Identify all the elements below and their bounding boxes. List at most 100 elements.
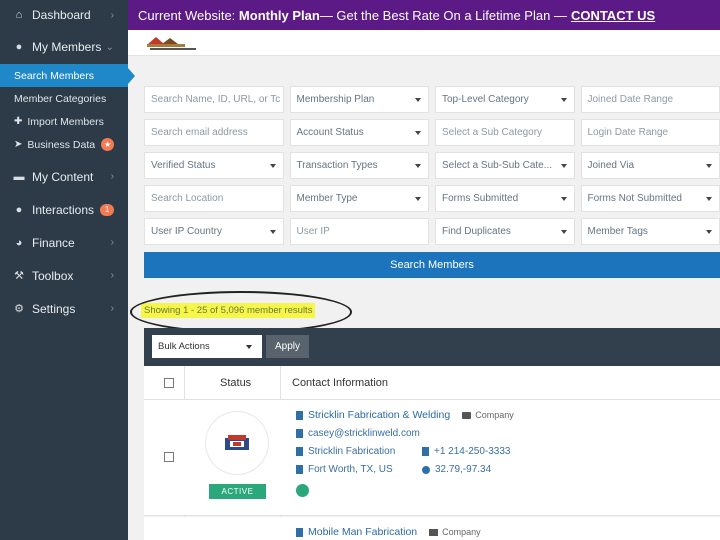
member-name: Stricklin Fabrication & Welding: [308, 409, 451, 421]
member-avatar[interactable]: [206, 412, 268, 474]
sidebar-item-toolbox[interactable]: ⚒ Toolbox ›: [0, 259, 128, 292]
search-location-input[interactable]: Search Location: [144, 185, 284, 212]
sidebar-subitem-business-data[interactable]: ➤ Business Data ★: [0, 133, 128, 156]
sidebar-item-label: Settings: [32, 301, 76, 316]
field-placeholder: Search Location: [151, 193, 224, 204]
member-location: Fort Worth, TX, US: [296, 464, 393, 475]
member-name-link[interactable]: Stricklin Fabrication & Welding Company: [296, 409, 514, 421]
sidebar-subitem-member-categories[interactable]: Member Categories: [0, 87, 128, 110]
sidebar-item-finance[interactable]: ◕ Finance ›: [0, 226, 128, 259]
account-status-select[interactable]: Account Status: [289, 119, 429, 146]
member-geo[interactable]: 32.79,-97.34: [422, 464, 491, 475]
caret-down-icon: [560, 164, 567, 168]
sub-sub-category-select[interactable]: Select a Sub-Sub Cate...: [435, 152, 575, 179]
field-placeholder: Search Name, ID, URL, or Tc: [151, 94, 281, 105]
field-label: Forms Not Submitted: [587, 193, 682, 204]
row-checkbox[interactable]: [164, 452, 174, 462]
member-logo: [225, 435, 249, 450]
bulk-actions-select[interactable]: Bulk Actions: [152, 335, 262, 358]
file-icon: [296, 465, 303, 474]
bulk-actions-bar: Bulk Actions Apply: [144, 328, 720, 366]
user-ip-input[interactable]: User IP: [289, 218, 429, 245]
member-company: Stricklin Fabrication: [296, 446, 395, 457]
member-phone[interactable]: +1 214-250-3333: [422, 446, 510, 457]
caret-down-icon: [560, 98, 567, 102]
folder-icon: ▬: [13, 170, 25, 183]
member-name: Mobile Man Fabrication: [308, 526, 418, 538]
field-label: Membership Plan: [296, 94, 375, 105]
member-tags-select[interactable]: Member Tags: [580, 218, 720, 245]
member-name-link[interactable]: Mobile Man Fabrication Company: [296, 526, 481, 538]
sidebar-item-label: Toolbox: [32, 268, 74, 283]
star-badge: ★: [101, 138, 115, 151]
member-company-text: Stricklin Fabrication: [308, 446, 396, 457]
sidebar-item-interactions[interactable]: ● Interactions 1: [0, 193, 128, 226]
sidebar-item-dashboard[interactable]: ⌂ Dashboard ›: [0, 0, 128, 30]
sidebar-subitem-search-members[interactable]: Search Members: [0, 64, 135, 87]
field-label: Member Tags: [587, 226, 648, 237]
apply-button[interactable]: Apply: [266, 335, 309, 358]
banner-label: Current Website:: [138, 7, 236, 23]
caret-down-icon: [269, 230, 276, 234]
login-date-range-input[interactable]: Login Date Range: [580, 119, 720, 146]
chevron-right-icon: ›: [110, 171, 114, 182]
caret-down-icon: [415, 131, 421, 135]
field-placeholder: Joined Date Range: [587, 94, 674, 105]
field-label: Forms Submitted: [442, 193, 519, 204]
file-icon: [296, 447, 303, 456]
member-type-select[interactable]: Member Type: [289, 185, 429, 212]
field-placeholder: User IP: [296, 226, 330, 237]
field-label: Joined Via: [587, 160, 635, 171]
joined-via-select[interactable]: Joined Via: [580, 152, 720, 179]
table-header: Status Contact Information: [144, 366, 720, 400]
field-label: Select a Sub-Sub Cate...: [442, 160, 553, 171]
briefcase-icon: [429, 528, 439, 536]
caret-down-icon: [415, 98, 421, 102]
user-ip-country-select[interactable]: User IP Country: [144, 218, 284, 245]
member-email-text: casey@stricklinweld.com: [308, 428, 420, 439]
sidebar-item-my-content[interactable]: ▬ My Content ›: [0, 160, 128, 193]
users-icon: ●: [15, 41, 23, 53]
bulk-actions-label: Bulk Actions: [158, 341, 210, 352]
site-logo[interactable]: [142, 34, 204, 52]
member-type: Company: [462, 410, 514, 420]
member-type: Company: [429, 527, 481, 537]
chat-icon[interactable]: [296, 484, 309, 497]
forms-submitted-select[interactable]: Forms Submitted: [435, 185, 575, 212]
sub-category-select[interactable]: Select a Sub Category: [435, 119, 575, 146]
membership-plan-select[interactable]: Membership Plan: [289, 86, 429, 113]
member-email[interactable]: casey@stricklinweld.com: [296, 428, 420, 439]
caret-down-icon: [560, 230, 567, 234]
joined-date-range-input[interactable]: Joined Date Range: [580, 86, 720, 113]
search-members-button[interactable]: Search Members: [144, 252, 720, 278]
contact-us-link[interactable]: CONTACT US: [571, 8, 655, 23]
select-all-checkbox[interactable]: [164, 378, 174, 388]
banner-plan: Monthly Plan: [238, 7, 320, 23]
logo-bar: [128, 30, 720, 56]
sidebar-item-my-members[interactable]: ● My Members ⌄: [0, 30, 128, 64]
status-badge: ACTIVE: [209, 484, 266, 499]
field-label: Transaction Types: [296, 160, 378, 171]
transaction-types-select[interactable]: Transaction Types: [289, 152, 429, 179]
verified-status-select[interactable]: Verified Status: [144, 152, 284, 179]
column-header-contact: Contact Information: [292, 377, 388, 389]
banner-text: — Get the Best Rate On a Lifetime Plan —: [319, 7, 567, 23]
gear-icon: ⚙: [14, 303, 24, 315]
sidebar-subitem-label: Business Data: [27, 138, 96, 151]
sidebar: ⌂ Dashboard › ● My Members ⌄ Search Memb…: [0, 0, 135, 540]
find-duplicates-select[interactable]: Find Duplicates: [435, 218, 575, 245]
sidebar-item-settings[interactable]: ⚙ Settings ›: [0, 292, 128, 325]
top-level-category-select[interactable]: Top-Level Category: [435, 86, 575, 113]
search-name-input[interactable]: Search Name, ID, URL, or Tc: [144, 86, 284, 113]
caret-down-icon: [560, 197, 567, 201]
column-header-status: Status: [220, 377, 252, 389]
search-email-input[interactable]: Search email address: [144, 119, 284, 146]
chevron-right-icon: ›: [110, 270, 114, 281]
table-row: ACTIVE Stricklin Fabrication & Welding C…: [144, 400, 720, 516]
file-icon: [296, 527, 303, 537]
forms-not-submitted-select[interactable]: Forms Not Submitted: [580, 185, 720, 212]
field-label: Member Type: [296, 193, 358, 204]
sidebar-subitem-import-members[interactable]: ✚ Import Members: [0, 110, 128, 133]
chevron-right-icon: ›: [110, 303, 114, 314]
caret-down-icon: [415, 197, 421, 201]
